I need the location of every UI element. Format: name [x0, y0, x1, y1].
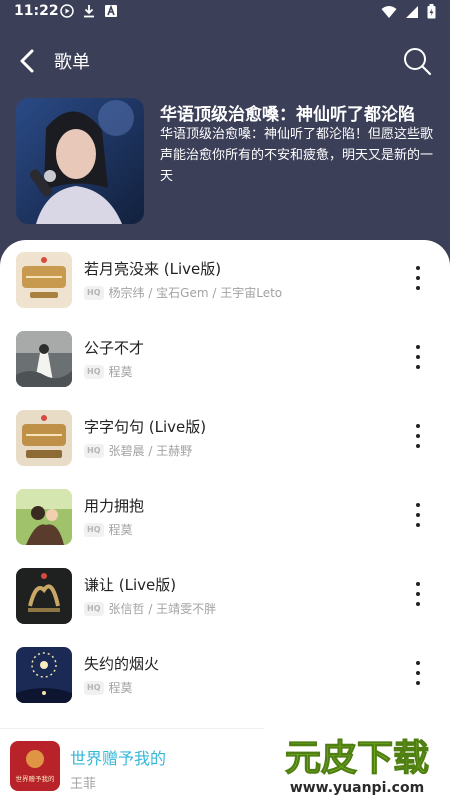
song-thumbnail	[16, 252, 72, 308]
hq-badge: HQ	[84, 680, 104, 695]
song-thumbnail	[16, 489, 72, 545]
signal-icon	[406, 5, 418, 18]
song-meta: HQ 张碧晨 / 王赫野	[84, 442, 192, 459]
song-artist: 程莫	[108, 523, 133, 537]
status-right-icons	[381, 4, 436, 19]
song-meta: HQ 程莫	[84, 679, 133, 696]
song-thumbnail	[16, 647, 72, 703]
song-item[interactable]: 若月亮没来 (Live版) HQ 杨宗纬 / 宝石Gem / 王宇宙Leto	[0, 252, 450, 318]
song-item[interactable]: 失约的烟火 HQ 程莫	[0, 647, 450, 713]
song-meta: HQ 杨宗纬 / 宝石Gem / 王宇宙Leto	[84, 284, 282, 301]
song-thumbnail	[16, 410, 72, 466]
chevron-left-icon	[20, 49, 34, 73]
watermark-logo: 元皮下载 www.yuanpi.com	[264, 728, 450, 800]
download-icon	[84, 5, 94, 18]
song-meta: HQ 程莫	[84, 363, 133, 380]
song-title: 失约的烟火	[84, 655, 160, 673]
search-icon	[404, 48, 432, 76]
playlist-cover	[16, 98, 144, 224]
more-options-button[interactable]	[408, 264, 428, 292]
playlist-description: 华语顶级治愈嗓：神仙听了都沦陷！但愿这些歌声能治愈你所有的不安和疲惫，明天又是新…	[160, 127, 434, 184]
hq-badge: HQ	[84, 364, 104, 379]
song-thumbnail	[16, 568, 72, 624]
song-artist: 张信哲 / 王靖雯不胖	[108, 602, 217, 616]
wifi-icon	[381, 5, 397, 18]
more-options-button[interactable]	[408, 580, 428, 608]
search-button[interactable]	[402, 46, 432, 76]
more-options-button[interactable]	[408, 422, 428, 450]
mini-player-cover: 世界赠予我的	[10, 741, 60, 791]
song-artist: 程莫	[108, 365, 133, 379]
status-time: 11:22	[14, 3, 59, 19]
playlist-header: 华语顶级治愈嗓：神仙听了都沦陷 华语顶级治愈嗓：神仙听了都沦陷！但愿这些歌声能治…	[16, 98, 436, 226]
hq-badge: HQ	[84, 522, 104, 537]
watermark-url: www.yuanpi.com	[290, 780, 424, 796]
watermark-main: 元皮下载	[285, 738, 429, 779]
hq-badge: HQ	[84, 601, 104, 616]
status-left-icons	[60, 4, 118, 18]
song-artist: 杨宗纬 / 宝石Gem / 王宇宙Leto	[108, 286, 283, 300]
song-title: 公子不才	[84, 339, 145, 357]
more-options-button[interactable]	[408, 343, 428, 371]
hq-badge: HQ	[84, 443, 104, 458]
song-meta: HQ 程莫	[84, 521, 133, 538]
more-options-button[interactable]	[408, 659, 428, 687]
song-item[interactable]: 用力拥抱 HQ 程莫	[0, 489, 450, 555]
song-thumbnail	[16, 331, 72, 387]
mini-player-title: 世界赠予我的	[70, 749, 167, 768]
song-list: 若月亮没来 (Live版) HQ 杨宗纬 / 宝石Gem / 王宇宙Leto 公…	[0, 240, 450, 800]
song-item[interactable]: 字字句句 (Live版) HQ 张碧晨 / 王赫野	[0, 410, 450, 476]
song-artist: 程莫	[108, 681, 133, 695]
status-bar: 11:22	[0, 0, 450, 24]
song-title: 谦让 (Live版)	[84, 576, 177, 594]
battery-icon	[427, 4, 436, 19]
song-artist: 张碧晨 / 王赫野	[108, 444, 193, 458]
song-title: 用力拥抱	[84, 497, 145, 515]
page-title: 歌单	[54, 52, 90, 73]
play-circle-icon	[60, 4, 74, 18]
song-item[interactable]: 谦让 (Live版) HQ 张信哲 / 王靖雯不胖	[0, 568, 450, 634]
mini-player-artist: 王菲	[70, 777, 97, 792]
top-nav: 歌单	[0, 40, 450, 82]
song-title: 若月亮没来 (Live版)	[84, 260, 222, 278]
hq-badge: HQ	[84, 285, 104, 300]
mini-cover-text: 世界赠予我的	[16, 774, 56, 783]
song-title: 字字句句 (Live版)	[84, 418, 207, 436]
playlist-title: 华语顶级治愈嗓：神仙听了都沦陷	[160, 105, 415, 125]
back-button[interactable]	[16, 48, 40, 74]
song-meta: HQ 张信哲 / 王靖雯不胖	[84, 600, 216, 617]
song-item[interactable]: 公子不才 HQ 程莫	[0, 331, 450, 397]
notification-a-icon	[105, 4, 117, 17]
more-options-button[interactable]	[408, 501, 428, 529]
